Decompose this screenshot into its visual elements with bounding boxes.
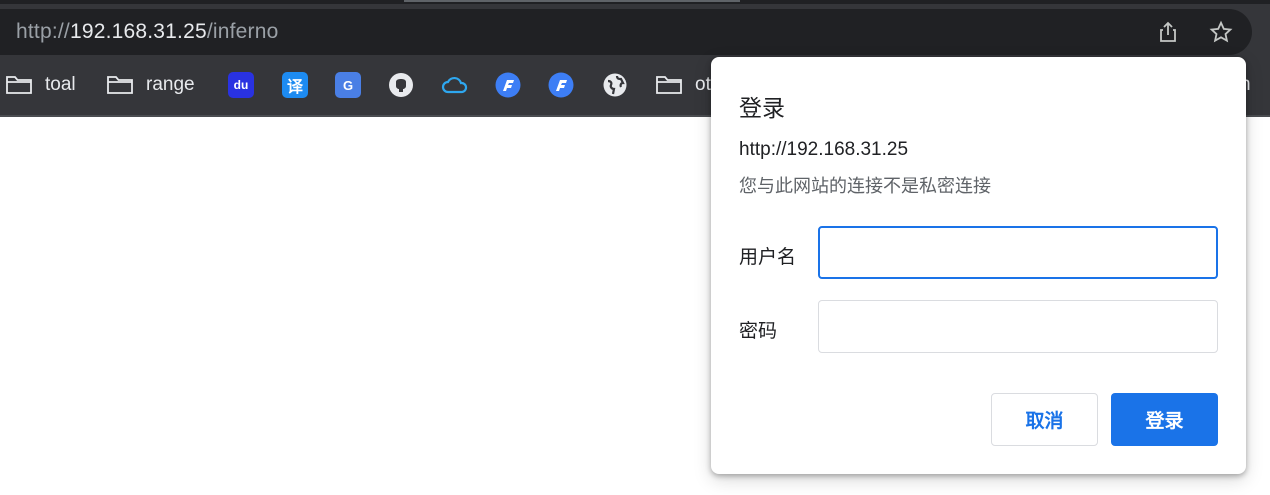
bookmark-label: range xyxy=(146,74,195,95)
bookmark-translate[interactable]: 译 xyxy=(282,62,308,108)
app-icon xyxy=(548,72,574,98)
tab-strip-edge xyxy=(0,0,1270,4)
dialog-connection-warning: 您与此网站的连接不是私密连接 xyxy=(739,176,991,196)
folder-icon xyxy=(107,76,133,94)
bookmark-label: ot xyxy=(695,74,711,95)
bookmark-app-1[interactable] xyxy=(495,62,521,108)
bookmark-cloud[interactable] xyxy=(441,62,469,108)
address-bar[interactable]: http://192.168.31.25/inferno xyxy=(0,9,1252,55)
dialog-title: 登录 xyxy=(739,95,785,121)
github-icon xyxy=(389,73,413,97)
translate-icon: 译 xyxy=(282,72,308,98)
bookmark-globe[interactable] xyxy=(602,62,628,108)
bookmark-app-2[interactable] xyxy=(548,62,574,108)
address-url[interactable]: http://192.168.31.25/inferno xyxy=(16,20,279,44)
login-button[interactable]: 登录 xyxy=(1111,393,1218,446)
share-icon[interactable] xyxy=(1156,20,1180,44)
bookmark-folder-toal[interactable]: toal xyxy=(5,62,76,108)
cloud-icon xyxy=(441,76,468,94)
app-icon xyxy=(495,72,521,98)
folder-icon xyxy=(6,76,32,94)
password-input[interactable] xyxy=(818,300,1218,353)
bookmark-google-translate[interactable]: G xyxy=(335,62,361,108)
folder-icon xyxy=(656,76,682,94)
star-icon[interactable] xyxy=(1209,20,1233,44)
bookmark-label: toal xyxy=(45,74,76,95)
dialog-host: http://192.168.31.25 xyxy=(739,139,909,160)
baidu-icon: du xyxy=(228,72,254,98)
cancel-button[interactable]: 取消 xyxy=(991,393,1098,446)
bookmark-baidu[interactable]: du xyxy=(228,62,254,108)
bookmark-github[interactable] xyxy=(388,62,414,108)
google-translate-icon: G xyxy=(335,72,361,98)
password-label: 密码 xyxy=(739,321,778,342)
globe-icon xyxy=(603,73,627,97)
bookmark-folder-range[interactable]: range xyxy=(106,62,195,108)
username-label: 用户名 xyxy=(739,247,797,268)
bookmark-folder-other[interactable]: ot xyxy=(655,62,711,108)
http-auth-dialog: 登录 http://192.168.31.25 您与此网站的连接不是私密连接 用… xyxy=(711,57,1246,474)
username-input[interactable] xyxy=(818,226,1218,279)
